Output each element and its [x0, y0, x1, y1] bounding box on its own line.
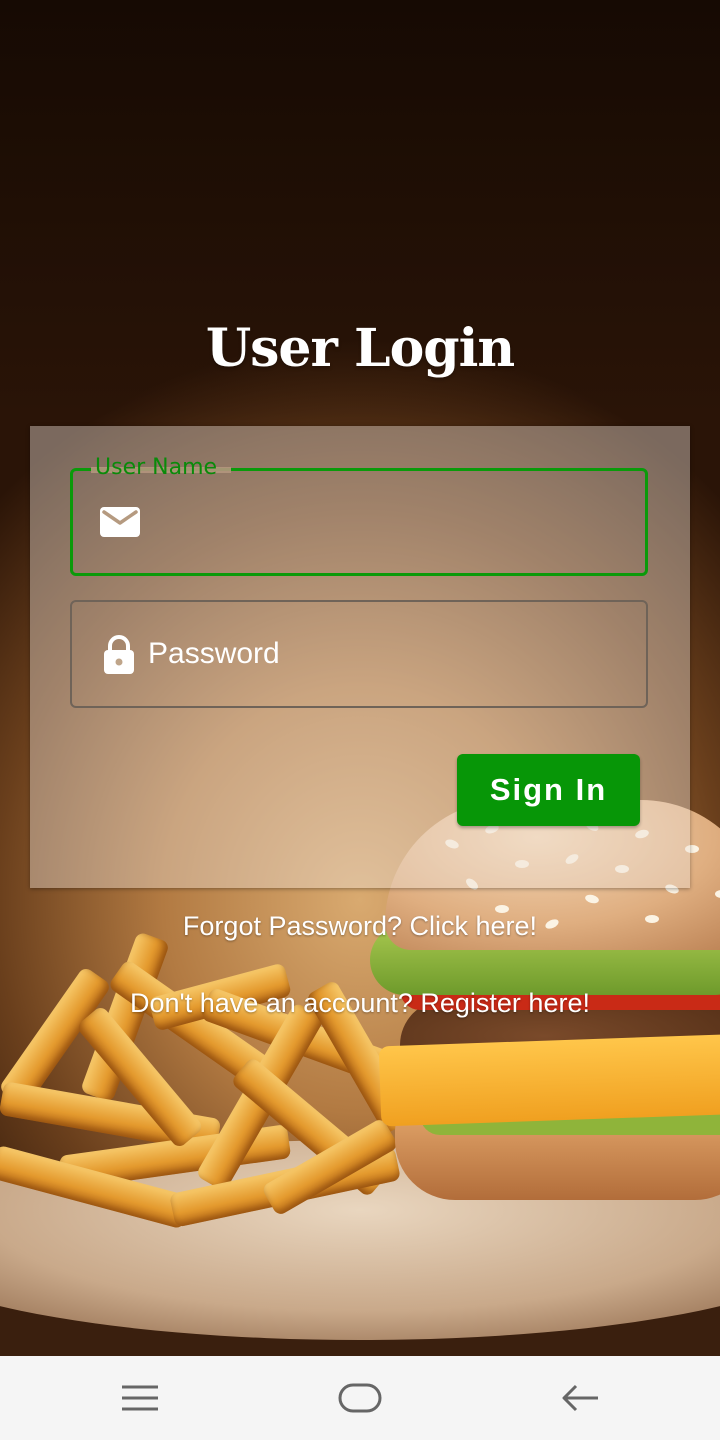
login-card: User Name Sign In — [30, 426, 690, 888]
sign-in-button[interactable]: Sign In — [457, 754, 640, 826]
password-input[interactable] — [148, 602, 628, 706]
menu-icon[interactable] — [100, 1376, 180, 1420]
system-nav-bar — [0, 1356, 720, 1440]
lock-icon — [98, 633, 140, 675]
register-link[interactable]: Don't have an account? Register here! — [0, 988, 720, 1019]
forgot-password-link[interactable]: Forgot Password? Click here! — [0, 911, 720, 942]
home-icon[interactable] — [320, 1376, 400, 1420]
page-title: User Login — [205, 318, 515, 379]
username-input[interactable] — [149, 471, 629, 573]
password-field[interactable] — [70, 600, 648, 708]
mail-icon — [99, 501, 141, 543]
back-icon[interactable] — [540, 1376, 620, 1420]
username-field[interactable]: User Name — [70, 455, 648, 576]
